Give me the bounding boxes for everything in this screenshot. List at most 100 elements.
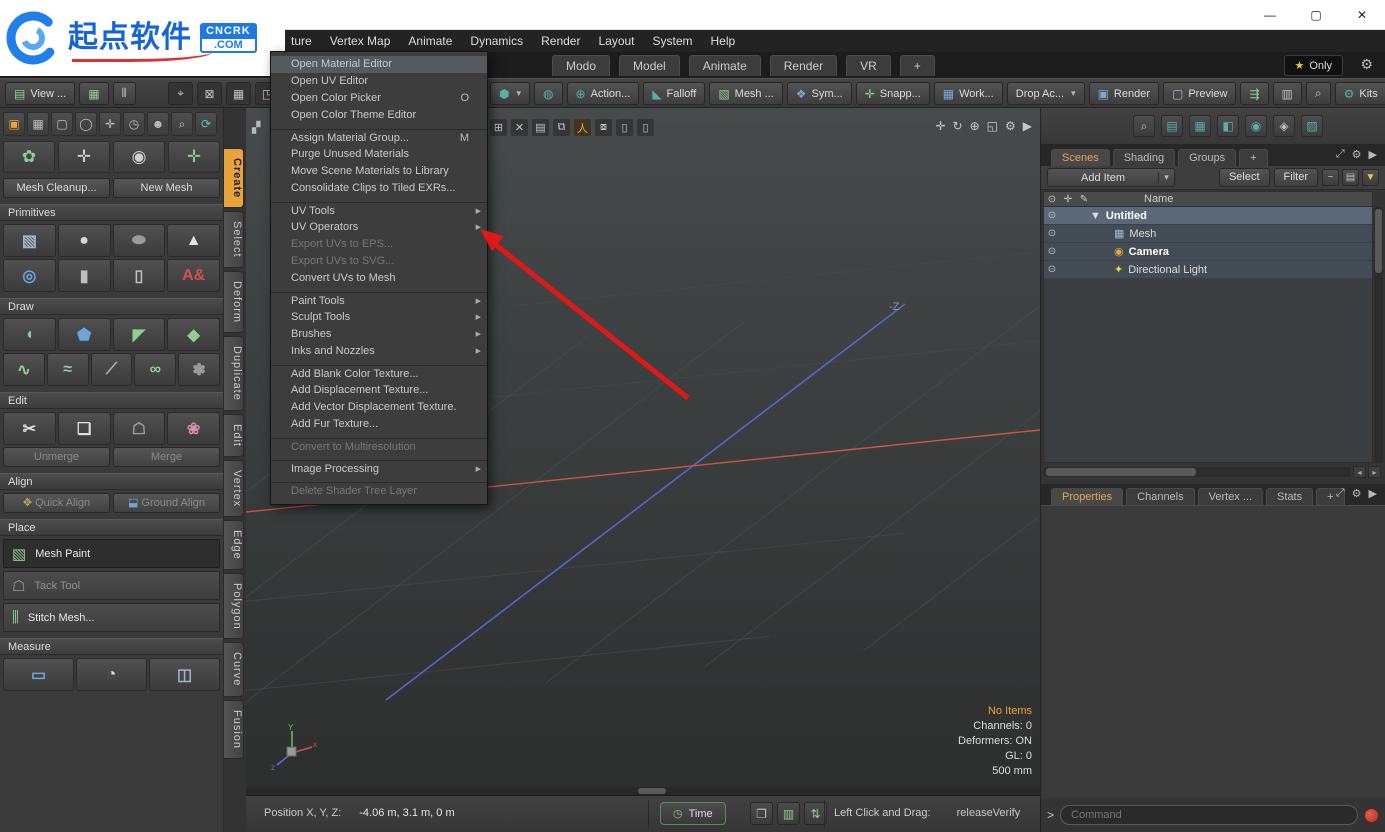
draw-tool-button[interactable]: ✽ xyxy=(178,353,220,386)
viewport-nav-button[interactable]: ✛ xyxy=(935,119,945,133)
menu-item[interactable]: Add Displacement Texture... xyxy=(271,382,487,399)
edit-tool-button[interactable]: ❀ xyxy=(167,412,220,445)
viewport-style-button[interactable]: ⊞ xyxy=(490,119,507,136)
menubar-item[interactable]: ture xyxy=(282,30,321,52)
align-button[interactable]: ✥ Quick Align xyxy=(3,493,110,513)
toolbar-button[interactable]: ⚙ Kits xyxy=(1335,82,1385,105)
primitive-tool-button[interactable]: ▯ xyxy=(113,259,166,292)
toolbar-button[interactable]: ▦ Work... xyxy=(934,82,1003,105)
toolbar-button[interactable]: Drop Ac... xyxy=(1007,82,1085,105)
menu-item[interactable]: Sculpt Tools xyxy=(271,309,487,326)
section-header-place[interactable]: Place xyxy=(0,519,223,536)
viewport-scrollbar-thumb[interactable] xyxy=(638,788,666,794)
measure-tool-button[interactable]: ◔ xyxy=(76,658,147,691)
viewport-style-button[interactable]: ▤ xyxy=(532,119,549,136)
menu-item[interactable]: Open Color Theme Editor xyxy=(271,107,487,124)
pin-column-icon[interactable]: ✛ xyxy=(1060,194,1076,205)
only-button[interactable]: ★ Only xyxy=(1284,55,1344,76)
view-options-button[interactable]: ▦ xyxy=(79,82,108,105)
add-item-dropdown[interactable]: Add Item ▾ xyxy=(1047,168,1175,187)
time-button[interactable]: ◷ Time xyxy=(660,802,726,825)
toolbar-button[interactable]: ▣ Render xyxy=(1089,82,1159,105)
tool-button[interactable]: ✛ xyxy=(58,141,110,173)
tool-button[interactable]: ◉ xyxy=(113,141,165,173)
align-button[interactable]: ⬓ Ground Align xyxy=(113,493,220,513)
vertical-tab[interactable]: Curve xyxy=(224,642,244,696)
tool-icon-button[interactable]: ⌕ xyxy=(171,112,193,136)
vertical-tab[interactable]: Edit xyxy=(224,414,244,457)
eye-icon[interactable]: ⊙ xyxy=(1044,246,1060,257)
toolbar-button[interactable]: ◣ Falloff xyxy=(643,82,705,105)
toolbar-button[interactable]: ⊕ Action... xyxy=(567,82,640,105)
tool-icon-button[interactable]: ◯ xyxy=(75,112,97,136)
primitive-tool-button[interactable]: ▧ xyxy=(3,224,56,257)
workspace-tab[interactable]: Animate xyxy=(689,55,761,76)
visibility-column-icon[interactable]: ⊙ xyxy=(1044,194,1060,205)
status-bar-icon-button[interactable]: ❐ xyxy=(750,802,773,825)
vertical-tab[interactable]: Select xyxy=(224,211,244,268)
viewport-style-button[interactable]: ▯ xyxy=(616,119,633,136)
item-list-row[interactable]: ⊙ ▼ Untitled xyxy=(1044,207,1372,225)
draw-tool-button[interactable]: ∞ xyxy=(134,353,176,386)
list-mini-button[interactable]: ▼ xyxy=(1362,169,1379,186)
panel-tool-icon[interactable]: ⤢ xyxy=(1336,148,1345,161)
viewport-nav-button[interactable]: ▶ xyxy=(1023,119,1032,133)
viewport-nav-button[interactable]: ⊕ xyxy=(970,119,980,133)
eye-icon[interactable]: ⊙ xyxy=(1044,228,1060,239)
tool-icon-button[interactable]: ◷ xyxy=(123,112,145,136)
item-list-row[interactable]: ⊙ ▦ Mesh xyxy=(1044,225,1372,243)
primitive-tool-button[interactable]: ▲ xyxy=(167,224,220,257)
item-list-row[interactable]: ⊙ ✦ Directional Light xyxy=(1044,261,1372,279)
menu-item[interactable]: Move Scene Materials to Library xyxy=(271,163,487,180)
edit-tool-button[interactable]: ☖ xyxy=(113,412,166,445)
menu-item[interactable]: Delete Shader Tree Layer xyxy=(271,482,487,499)
panel-button[interactable]: Mesh Cleanup... xyxy=(3,178,110,198)
tool-icon-button[interactable]: ⟳ xyxy=(195,112,217,136)
viewport-style-button[interactable]: ✕ xyxy=(511,119,528,136)
primitive-tool-button[interactable]: ▮ xyxy=(58,259,111,292)
menu-item[interactable]: Brushes xyxy=(271,326,487,343)
item-panel-icon-button[interactable]: ▤ xyxy=(1161,115,1183,137)
menu-item[interactable]: Inks and Nozzles xyxy=(271,343,487,360)
menu-item[interactable]: Consolidate Clips to Tiled EXRs... xyxy=(271,180,487,197)
panel-tool-icon[interactable]: ▶ xyxy=(1369,487,1377,500)
viewport-corner-icon[interactable]: ▞ xyxy=(252,121,260,134)
toolbar-button[interactable]: ✛ Snapp... xyxy=(856,82,930,105)
view-options-button[interactable]: ⫴ xyxy=(113,82,136,105)
menu-item[interactable]: Assign Material Group... M xyxy=(271,129,487,146)
toolbar-button[interactable]: ⬢ xyxy=(490,82,530,105)
viewport-style-button[interactable]: ⧉ xyxy=(553,119,570,136)
filter-button[interactable]: Filter xyxy=(1274,168,1318,187)
menu-item[interactable]: Export UVs to EPS... xyxy=(271,236,487,253)
selection-mode-button[interactable]: ⌖ xyxy=(168,82,193,105)
menubar-item[interactable]: System xyxy=(644,30,702,52)
panel-tool-icon[interactable]: ▶ xyxy=(1369,148,1377,161)
menu-item[interactable]: UV Operators xyxy=(271,219,487,236)
settings-gear-icon[interactable]: ⚙ xyxy=(1360,56,1373,73)
eye-icon[interactable]: ⊙ xyxy=(1044,264,1060,275)
menu-item[interactable]: Open Color Picker O xyxy=(271,90,487,107)
hscroll-thumb[interactable] xyxy=(1046,468,1196,476)
vertical-tab[interactable]: Deform xyxy=(224,271,244,333)
menu-item[interactable]: Purge Unused Materials xyxy=(271,146,487,163)
tool-icon-button[interactable]: ▦ xyxy=(27,112,49,136)
select-button[interactable]: Select xyxy=(1219,168,1270,187)
primitive-tool-button[interactable]: ⬬ xyxy=(113,224,166,257)
viewport-scrollbar[interactable] xyxy=(246,787,1040,795)
item-panel-tab[interactable]: + xyxy=(1239,149,1267,166)
scroll-right-icon[interactable]: ▸ xyxy=(1368,466,1381,478)
item-panel-icon-button[interactable]: ⌕ xyxy=(1133,115,1155,137)
status-bar-icon-button[interactable]: ▥ xyxy=(777,802,800,825)
menu-item[interactable]: UV Tools xyxy=(271,202,487,219)
primitive-tool-button[interactable]: ● xyxy=(58,224,111,257)
edit-button[interactable]: Unmerge xyxy=(3,447,110,467)
item-panel-icon-button[interactable]: ◈ xyxy=(1273,115,1295,137)
place-tool-row[interactable]: ⫼ Stitch Mesh... xyxy=(3,603,220,632)
toolbar-button[interactable]: ▥ xyxy=(1273,82,1302,105)
viewport-style-button[interactable]: ▯ xyxy=(637,119,654,136)
record-macro-icon[interactable] xyxy=(1364,808,1379,823)
section-header-edit[interactable]: Edit xyxy=(0,392,223,409)
menu-item[interactable]: Convert UVs to Mesh xyxy=(271,270,487,287)
workspace-tab[interactable]: Model xyxy=(619,55,680,76)
panel-tool-icon[interactable]: ⚙ xyxy=(1352,148,1362,161)
